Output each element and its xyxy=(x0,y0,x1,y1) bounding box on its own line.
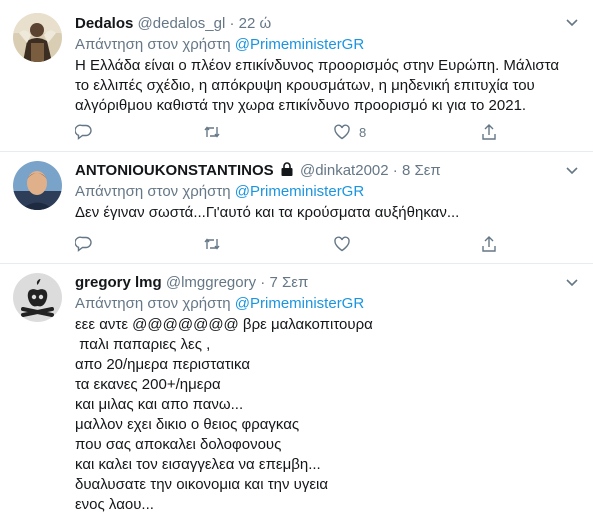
lock-icon xyxy=(281,162,293,176)
reply-prefix: Απάντηση στον χρήστη xyxy=(75,183,235,200)
reply-prefix: Απάντηση στον χρήστη xyxy=(75,36,235,53)
user-handle[interactable]: @dedalos_gl xyxy=(138,15,226,32)
display-name[interactable]: ANTONIOUKONSTANTINOS xyxy=(75,162,274,179)
chevron-down-icon[interactable] xyxy=(565,16,579,30)
tweet-text-line: απο 20/ημερα περιστατικα xyxy=(75,356,251,373)
like-count: 8 xyxy=(359,124,367,140)
mention-link[interactable]: @PrimeministerGR xyxy=(235,183,364,200)
tweet-text: εεε αντε @@@@@@@ βρε μαλακοπιτουρα παλι … xyxy=(75,315,583,515)
share-icon xyxy=(482,236,496,252)
tweet-header: ANTONIOUKONSTANTINOS @dinkat2002 · 8 Σεπ xyxy=(75,161,583,181)
tweet-text-line: αλγόριθμου καθιστά την χωρα επικίνδυνο π… xyxy=(75,97,527,114)
timestamp[interactable]: 7 Σεπ xyxy=(269,274,308,291)
tweet[interactable]: gregory lmg @lmggregory · 7 Σεπ Απάντηση… xyxy=(0,264,593,513)
share-button[interactable] xyxy=(480,122,498,142)
tweet-text-line: και μιλας και απο πανω... xyxy=(75,396,244,413)
reply-context: Απάντηση στον χρήστη @PrimeministerGR xyxy=(75,182,583,202)
tweet-header: Dedalos @dedalos_gl · 22 ώ xyxy=(75,14,583,34)
chevron-down-icon[interactable] xyxy=(565,164,579,178)
timestamp[interactable]: 8 Σεπ xyxy=(402,162,441,179)
separator-dot: · xyxy=(229,15,235,32)
display-name[interactable]: Dedalos xyxy=(75,15,133,32)
reply-context: Απάντηση στον χρήστη @PrimeministerGR xyxy=(75,35,583,55)
tweet-text-line: ενος λαου... xyxy=(75,496,154,513)
separator-dot: · xyxy=(260,274,266,291)
avatar[interactable] xyxy=(13,273,62,322)
tweet-text-line: το ελλιπές σχέδιο, η απόκρυψη κρουσμάτων… xyxy=(75,77,535,94)
chevron-down-icon[interactable] xyxy=(565,276,579,290)
tweet-text: Δεν έγιναν σωστά...Γι'αυτό και τα κρούσμ… xyxy=(75,203,583,223)
tweet-actions: 8 xyxy=(75,122,498,142)
tweet-text-line: δυαλυσατε την οικονομια και την υγεια xyxy=(75,476,329,493)
retweet-icon xyxy=(204,126,220,138)
separator-dot: · xyxy=(392,162,398,179)
share-button[interactable] xyxy=(480,234,498,254)
reply-button[interactable] xyxy=(75,234,93,254)
retweet-button[interactable] xyxy=(203,234,221,254)
mention-link[interactable]: @PrimeministerGR xyxy=(235,36,364,53)
avatar[interactable] xyxy=(13,161,62,210)
tweet-header: gregory lmg @lmggregory · 7 Σεπ xyxy=(75,273,583,293)
user-handle[interactable]: @dinkat2002 xyxy=(300,162,389,179)
reply-button[interactable] xyxy=(75,122,93,142)
tweet-text-line: που σας αποκαλει δολοφονους xyxy=(75,436,282,453)
tweet-text-line: τα εκανες 200+/ημερα xyxy=(75,376,221,393)
mention-link[interactable]: @PrimeministerGR xyxy=(235,295,364,312)
tweet-text-line: παλι παπαριες λες , xyxy=(75,336,211,353)
retweet-button[interactable] xyxy=(203,122,221,142)
reply-context: Απάντηση στον χρήστη @PrimeministerGR xyxy=(75,294,583,314)
like-button[interactable]: 8 xyxy=(333,122,366,142)
reply-prefix: Απάντηση στον χρήστη xyxy=(75,295,235,312)
tweet-text-line: Δεν έγιναν σωστά...Γι'αυτό και τα κρούσμ… xyxy=(75,204,460,221)
tweet[interactable]: ANTONIOUKONSTANTINOS @dinkat2002 · 8 Σεπ… xyxy=(0,152,593,264)
avatar[interactable] xyxy=(13,13,62,62)
tweet-text-line: και καλει τον εισαγγελεα να επεμβη... xyxy=(75,456,321,473)
user-handle[interactable]: @lmggregory xyxy=(166,274,256,291)
timestamp[interactable]: 22 ώ xyxy=(239,15,272,32)
display-name[interactable]: gregory lmg xyxy=(75,274,162,291)
tweet-actions xyxy=(75,234,498,254)
like-icon xyxy=(334,124,350,140)
reply-icon xyxy=(75,124,92,140)
tweet[interactable]: Dedalos @dedalos_gl · 22 ώ Απάντηση στον… xyxy=(0,0,593,152)
tweet-text-line: Η Ελλάδα είναι ο πλέον επικίνδυνος προορ… xyxy=(75,57,560,74)
like-icon xyxy=(334,236,350,252)
reply-icon xyxy=(75,236,92,252)
tweet-text-line: εεε αντε @@@@@@@ βρε μαλακοπιτουρα xyxy=(75,316,373,333)
retweet-icon xyxy=(204,238,220,250)
like-button[interactable] xyxy=(333,234,351,254)
tweet-text: Η Ελλάδα είναι ο πλέον επικίνδυνος προορ… xyxy=(75,56,583,116)
tweet-text-line: μαλλον εχει δικιο ο θειος φραγκας xyxy=(75,416,300,433)
share-icon xyxy=(482,124,496,140)
